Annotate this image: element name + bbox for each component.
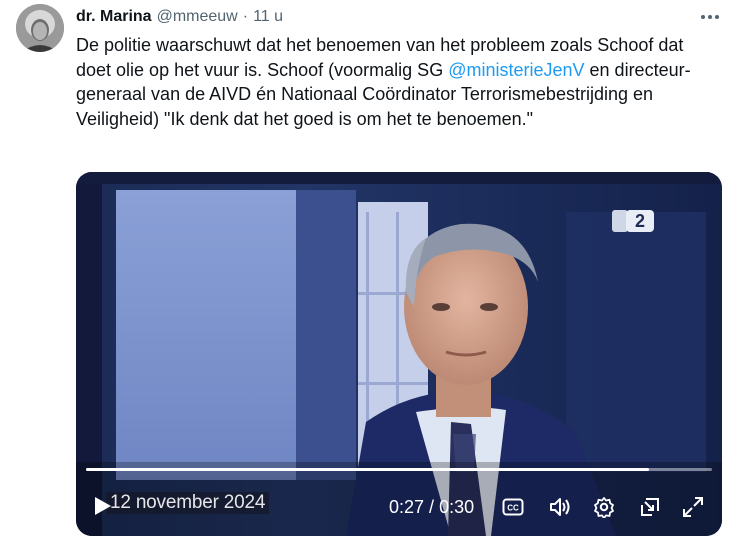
channel-logo-text: 2 (635, 211, 645, 231)
tweet-header: dr. Marina @mmeeuw · 11 u (76, 6, 679, 28)
video-date-caption: 12 november 2024 (106, 492, 270, 514)
svg-text:CC: CC (507, 504, 519, 513)
author-handle[interactable]: @mmeeuw (157, 8, 238, 26)
duration: 0:30 (439, 497, 475, 517)
tweet-text: De politie waarschuwt dat het benoemen v… (76, 33, 716, 131)
captions-icon[interactable]: CC (501, 495, 525, 519)
volume-icon[interactable] (548, 495, 572, 519)
progress-fill (86, 468, 650, 471)
settings-icon[interactable] (592, 495, 616, 519)
current-time: 0:27 (389, 497, 425, 517)
time-separator: / (424, 497, 440, 517)
mention-link[interactable]: @ministerieJenV (448, 60, 584, 80)
avatar[interactable] (16, 4, 64, 52)
video-frame: 2 (76, 172, 722, 536)
progress-bar[interactable] (86, 468, 712, 471)
video-player[interactable]: 2 12 november 2024 0:27 / 0:30 CC (76, 172, 722, 536)
fullscreen-icon[interactable] (681, 495, 705, 519)
tweet-time[interactable]: 11 u (253, 8, 283, 26)
play-icon[interactable] (93, 495, 113, 517)
time-display: 0:27 / 0:30 (389, 496, 474, 518)
separator-dot: · (242, 8, 249, 25)
pip-icon[interactable] (638, 495, 662, 519)
channel-logo: 2 (612, 210, 654, 232)
author-name[interactable]: dr. Marina (76, 8, 152, 26)
more-icon[interactable] (697, 6, 723, 28)
